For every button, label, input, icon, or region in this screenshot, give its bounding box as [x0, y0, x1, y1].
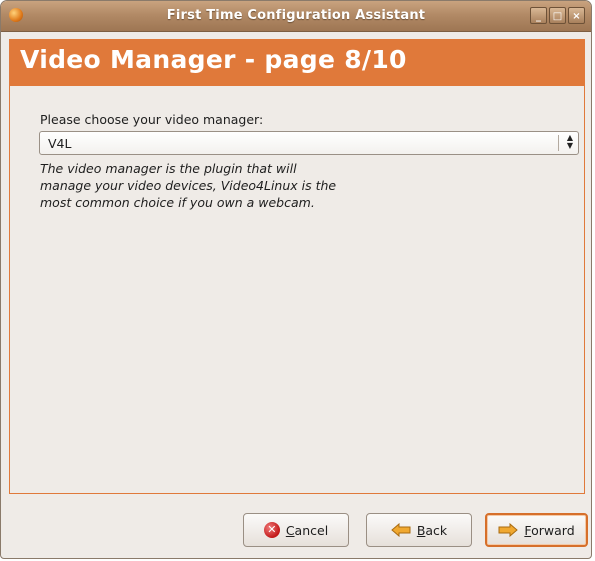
video-manager-value: V4L [48, 136, 72, 151]
back-button[interactable]: Back [366, 513, 472, 547]
description-line: manage your video devices, Video4Linux i… [40, 178, 337, 193]
combo-separator [558, 135, 559, 151]
minimize-button[interactable]: _ [530, 7, 547, 24]
forward-button-label: Forward [524, 522, 575, 538]
back-arrow-icon [391, 523, 411, 537]
maximize-button[interactable]: □ [549, 7, 566, 24]
video-manager-description: The video manager is the plugin that wil… [40, 160, 420, 211]
title-bar[interactable]: First Time Configuration Assistant _ □ × [1, 1, 591, 32]
cancel-button[interactable]: ✕ Cancel [243, 513, 349, 547]
description-line: The video manager is the plugin that wil… [40, 161, 297, 176]
cancel-icon: ✕ [263, 522, 280, 538]
page-header: Video Manager - page 8/10 [10, 40, 584, 86]
video-manager-label: Please choose your video manager: [40, 112, 264, 127]
description-line: most common choice if you own a webcam. [40, 195, 315, 210]
window-controls: _ □ × [530, 7, 585, 24]
video-manager-select[interactable]: V4L ▲ ▼ [39, 131, 579, 155]
forward-button[interactable]: Forward [485, 513, 588, 547]
combo-arrows-icon[interactable]: ▲ ▼ [567, 134, 573, 150]
cancel-button-label: Cancel [285, 522, 329, 538]
back-button-label: Back [416, 522, 448, 538]
close-button[interactable]: × [568, 7, 585, 24]
page-title: Video Manager - page 8/10 [20, 45, 407, 74]
window-title: First Time Configuration Assistant [166, 8, 426, 23]
dialog-window: First Time Configuration Assistant _ □ ×… [0, 0, 592, 559]
content-frame: Video Manager - page 8/10 Please choose … [9, 39, 585, 494]
forward-arrow-icon [498, 523, 519, 537]
